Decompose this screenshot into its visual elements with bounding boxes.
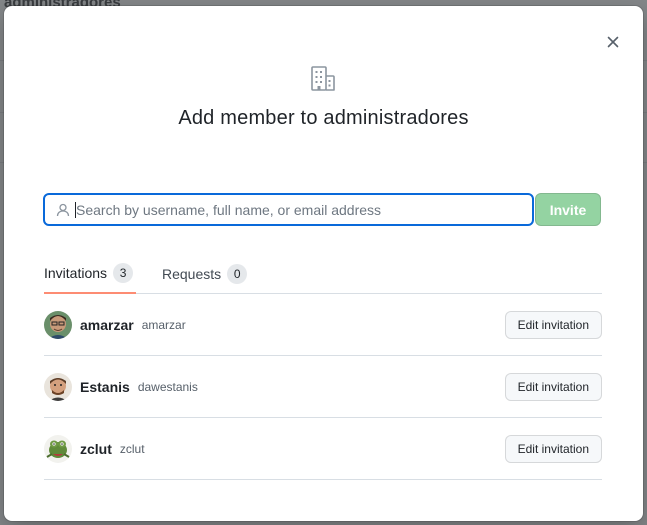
member-login[interactable]: amarzar — [80, 317, 134, 333]
member-login[interactable]: Estanis — [80, 379, 130, 395]
tab-label: Requests — [162, 266, 222, 282]
organization-icon — [311, 66, 335, 91]
list-item: amarzar amarzar Edit invitation — [44, 294, 602, 356]
person-icon — [56, 203, 70, 216]
member-login[interactable]: zclut — [80, 441, 112, 457]
tab-nav: Invitations 3 Requests 0 — [44, 254, 602, 294]
tab-invitations[interactable]: Invitations 3 — [44, 254, 136, 294]
member-name: zclut — [119, 441, 145, 456]
list-item: Estanis dawestanis Edit invitation — [44, 356, 602, 418]
avatar[interactable] — [44, 434, 72, 463]
tab-requests[interactable]: Requests 0 — [162, 254, 248, 294]
dialog-title: Add member to administradores — [178, 107, 469, 129]
tab-label: Invitations — [44, 265, 108, 281]
requests-count-badge: 0 — [227, 264, 248, 284]
avatar[interactable] — [44, 310, 72, 339]
edit-invitation-button[interactable]: Edit invitation — [504, 372, 602, 401]
avatar[interactable] — [44, 372, 72, 401]
member-search-field[interactable] — [43, 193, 534, 226]
close-button[interactable] — [605, 34, 621, 50]
member-name: dawestanis — [137, 379, 198, 394]
member-search-input[interactable] — [76, 195, 532, 224]
edit-invitation-button[interactable]: Edit invitation — [504, 434, 602, 463]
close-icon — [607, 36, 619, 48]
invite-button[interactable]: Invite — [535, 193, 601, 226]
member-name: amarzar — [141, 317, 186, 332]
invitation-list: amarzar amarzar Edit invitation Estanis … — [44, 294, 602, 480]
text-caret — [75, 202, 76, 218]
invitations-count-badge: 3 — [113, 263, 134, 283]
add-member-dialog: Add member to administradores Invite Inv… — [4, 6, 643, 521]
list-item: zclut zclut Edit invitation — [44, 418, 602, 480]
edit-invitation-button[interactable]: Edit invitation — [504, 310, 602, 339]
